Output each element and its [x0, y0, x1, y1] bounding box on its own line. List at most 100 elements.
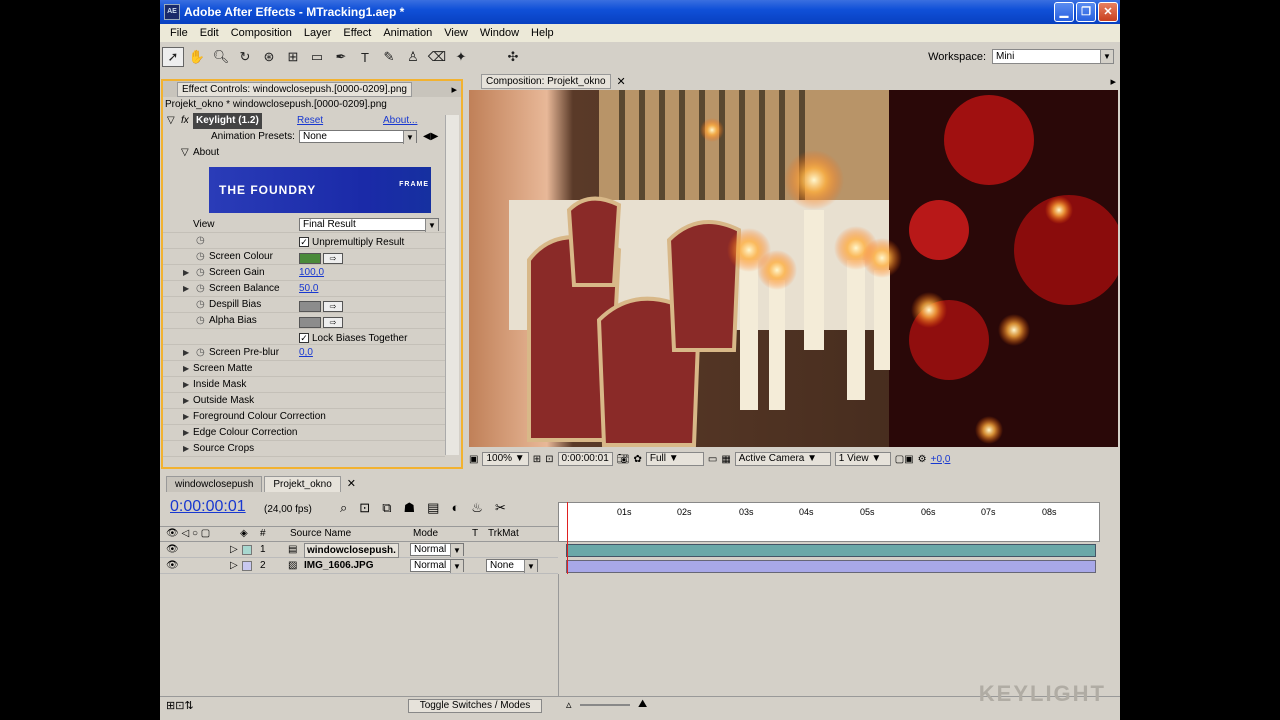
trkmat-select[interactable]: None ▼: [486, 559, 538, 573]
table-row[interactable]: 👁︎ ▷ 2 ▨ IMG_1606.JPG Normal ▼ None ▼: [160, 558, 558, 574]
pan-behind-icon[interactable]: ⊞: [282, 47, 304, 67]
tab-composition[interactable]: Composition: Projekt_okno: [481, 73, 611, 89]
menu-window[interactable]: Window: [474, 27, 525, 39]
flowchart-icon[interactable]: ⚙: [918, 454, 927, 465]
draft-3d-icon[interactable]: ⧉: [382, 500, 391, 516]
screen-matte-row[interactable]: ▶ Screen Matte: [163, 361, 445, 377]
search-layer-icon[interactable]: ⌕: [340, 500, 347, 516]
stopwatch-icon[interactable]: ◷: [196, 249, 205, 265]
screen-gain-value[interactable]: 100,0: [299, 265, 324, 281]
expand-icon[interactable]: ▶: [183, 409, 189, 425]
transparency-grid-icon[interactable]: ▦: [721, 454, 730, 465]
expand-icon[interactable]: ▶: [183, 265, 189, 281]
source-crops-row[interactable]: ▶ Source Crops: [163, 441, 445, 457]
reset-link[interactable]: Reset: [297, 113, 323, 129]
mode-select[interactable]: Normal ▼: [410, 559, 464, 573]
screen-preblur-value[interactable]: 0,0: [299, 345, 313, 361]
outside-mask-row[interactable]: ▶ Outside Mask: [163, 393, 445, 409]
stopwatch-icon[interactable]: ◷: [196, 281, 205, 297]
close-button[interactable]: ✕: [1098, 2, 1118, 22]
workspace-select[interactable]: Mini ▼: [992, 49, 1114, 64]
layer-name[interactable]: windowclosepush.: [304, 543, 399, 558]
graph-editor-icon[interactable]: ♨: [471, 500, 483, 516]
clone-stamp-icon[interactable]: ♙: [402, 47, 424, 67]
brush-tool-icon[interactable]: ✎: [378, 47, 400, 67]
tab-windowclosepush[interactable]: windowclosepush: [166, 476, 263, 492]
expand-icon[interactable]: ▶: [183, 361, 189, 377]
fx-icon[interactable]: fx: [181, 113, 189, 129]
about-collapse-icon[interactable]: ▽: [181, 145, 189, 161]
close-tab-icon[interactable]: ✕: [347, 477, 356, 490]
eyedropper-icon[interactable]: ⇨: [323, 300, 343, 312]
stopwatch-icon[interactable]: ◷: [196, 297, 205, 313]
resolution-select[interactable]: Full ▼: [645, 452, 704, 466]
panel-menu-icon[interactable]: ▸: [1110, 75, 1116, 88]
despill-swatch[interactable]: [299, 300, 321, 312]
maximize-button[interactable]: ❐: [1076, 2, 1096, 22]
edge-colour-row[interactable]: ▶ Edge Colour Correction: [163, 425, 445, 441]
color-channel-icon[interactable]: ✿: [633, 454, 641, 465]
eyedropper-icon[interactable]: ⇨: [323, 316, 343, 328]
fg-colour-row[interactable]: ▶ Foreground Colour Correction: [163, 409, 445, 425]
screen-colour-swatch[interactable]: [299, 252, 321, 264]
eye-icon[interactable]: 👁︎: [166, 542, 179, 558]
motion-blur-icon[interactable]: ◐: [451, 500, 459, 516]
views-select[interactable]: 1 View ▼: [834, 452, 891, 466]
orbit-camera-icon[interactable]: ⊛: [258, 47, 280, 67]
time-ruler[interactable]: 01s 02s 03s 04s 05s 06s 07s 08s: [558, 502, 1100, 542]
table-row[interactable]: 👁︎ ▷ 1 ▤ windowclosepush. Normal ▼: [160, 542, 558, 558]
inside-mask-row[interactable]: ▶ Inside Mask: [163, 377, 445, 393]
stopwatch-icon[interactable]: ◷: [196, 233, 205, 249]
stopwatch-icon[interactable]: ◷: [196, 265, 205, 281]
region-icon[interactable]: ▭: [708, 454, 717, 465]
expand-icon[interactable]: ▶: [183, 377, 189, 393]
layer-duration-bar[interactable]: [566, 544, 1096, 557]
toggle-pixel-icon[interactable]: ▢▣: [895, 454, 914, 465]
menu-help[interactable]: Help: [525, 27, 560, 39]
effect-scrollbar[interactable]: [445, 115, 459, 455]
expand-icon[interactable]: ▷: [230, 558, 238, 574]
screen-balance-value[interactable]: 50,0: [299, 281, 318, 297]
selection-tool-icon[interactable]: ➚: [162, 47, 184, 67]
expand-panes-icon[interactable]: ⊞⊡⇅: [166, 699, 194, 712]
presets-select[interactable]: None ▼: [299, 130, 417, 144]
timeline-timecode[interactable]: 0:00:00:01: [170, 498, 246, 516]
stopwatch-icon[interactable]: ◷: [196, 345, 205, 361]
preset-nav-icon[interactable]: ◀▶: [423, 129, 438, 145]
label-color[interactable]: [242, 561, 252, 571]
snapshot-icon[interactable]: 📷︎: [617, 454, 630, 465]
comp-mini-flowchart-icon[interactable]: ⊡: [359, 500, 370, 516]
close-tab-icon[interactable]: ✕: [617, 75, 626, 88]
panel-menu-icon[interactable]: ▸: [451, 83, 457, 96]
zoom-tool-icon[interactable]: 🔍︎: [210, 47, 232, 67]
monitor-icon[interactable]: ▣: [469, 454, 478, 465]
rectangle-mask-icon[interactable]: ▭: [306, 47, 328, 67]
frame-blending-icon[interactable]: ▤: [427, 500, 439, 516]
menu-effect[interactable]: Effect: [337, 27, 377, 39]
menu-composition[interactable]: Composition: [225, 27, 298, 39]
expand-icon[interactable]: ▶: [183, 345, 189, 361]
eraser-tool-icon[interactable]: ⌫: [426, 47, 448, 67]
menu-animation[interactable]: Animation: [377, 27, 438, 39]
puppet-pin-icon[interactable]: ✦: [450, 47, 472, 67]
safe-zones-icon[interactable]: ⊞: [533, 454, 541, 465]
axis-icon[interactable]: ✣: [502, 47, 524, 67]
text-tool-icon[interactable]: T: [354, 47, 376, 67]
expand-icon[interactable]: ▶: [183, 281, 189, 297]
menu-file[interactable]: File: [164, 27, 194, 39]
minimize-button[interactable]: ▁: [1054, 2, 1074, 22]
layer-name[interactable]: IMG_1606.JPG: [304, 558, 373, 574]
expand-icon[interactable]: ▶: [183, 393, 189, 409]
hand-tool-icon[interactable]: ✋: [186, 47, 208, 67]
expand-icon[interactable]: ▷: [230, 542, 238, 558]
exposure-value[interactable]: +0,0: [931, 454, 951, 465]
zoom-out-icon[interactable]: ▵: [566, 698, 572, 711]
zoom-slider[interactable]: [580, 704, 630, 706]
zoom-select[interactable]: 100% ▼: [482, 452, 529, 466]
toggle-switches-modes-button[interactable]: Toggle Switches / Modes: [408, 699, 542, 713]
tab-effect-controls[interactable]: Effect Controls: windowclosepush.[0000-0…: [177, 81, 412, 97]
collapse-icon[interactable]: ▽: [167, 113, 175, 129]
about-link[interactable]: About...: [383, 113, 417, 129]
composition-viewer[interactable]: [469, 90, 1118, 447]
alpha-swatch[interactable]: [299, 316, 321, 328]
